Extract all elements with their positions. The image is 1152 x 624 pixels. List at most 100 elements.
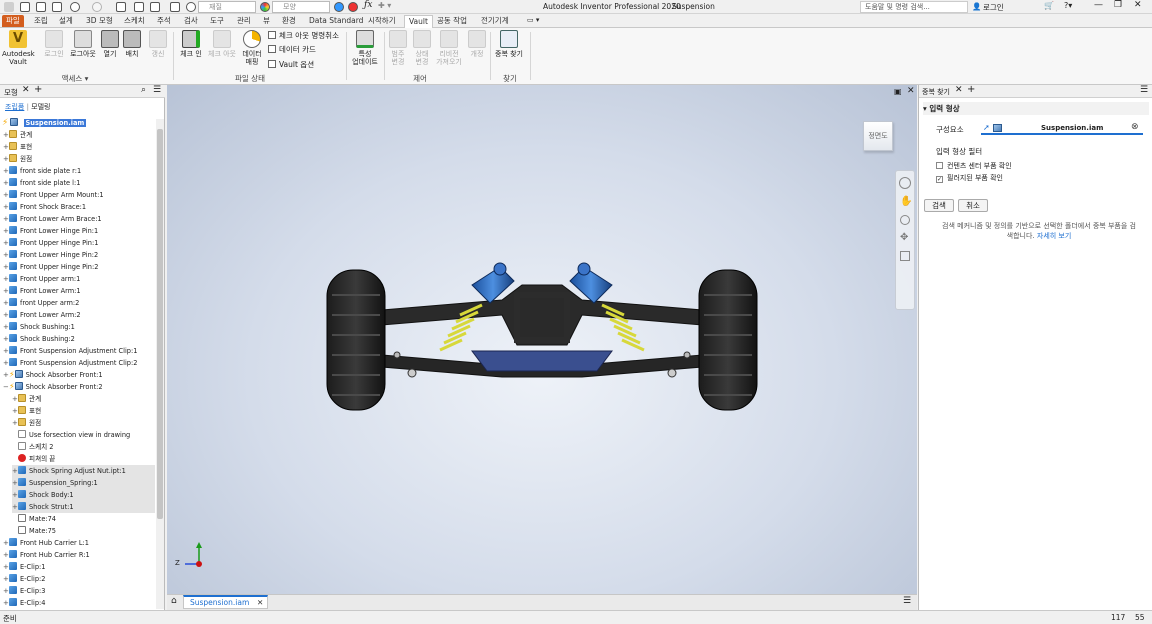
save-icon[interactable]	[52, 2, 62, 12]
component-field[interactable]: ➚ Suspension.iam ⊗	[981, 122, 1143, 135]
tree-item[interactable]: + Shock Bushing:1	[3, 321, 75, 333]
tab-assemble[interactable]: 조립	[30, 15, 52, 27]
checkin-button[interactable]: 체크 인	[177, 30, 205, 58]
tab-electromechanical[interactable]: 전기기계	[477, 15, 513, 27]
home-icon[interactable]	[116, 2, 126, 12]
doc-tab-suspension[interactable]: Suspension.iam ✕	[183, 595, 269, 609]
scrollbar-thumb[interactable]	[157, 129, 163, 519]
adjust-icon[interactable]	[334, 2, 344, 12]
tab-inspect[interactable]: 검사	[180, 15, 202, 27]
tree-root[interactable]: ⚡ Suspension.iam	[2, 117, 87, 129]
refresh-button[interactable]: 갱신	[148, 30, 168, 58]
open-icon[interactable]	[36, 2, 46, 12]
tree-item[interactable]: 스케치 2	[12, 441, 54, 453]
tree-item[interactable]: + E-Clip:4	[3, 597, 45, 609]
update-properties-button[interactable]: 특성 업데이트	[349, 30, 381, 66]
login-link[interactable]: 로그인	[983, 2, 1004, 13]
tree-item[interactable]: + Shock Bushing:2	[3, 333, 75, 345]
select-icon[interactable]	[150, 2, 160, 12]
tree-item[interactable]: + Front Suspension Adjustment Clip:2	[3, 357, 137, 369]
data-mapping-button[interactable]: 데이터 매핑	[240, 30, 264, 66]
tab-data-standard[interactable]: Data Standard	[305, 15, 367, 27]
panel-toggle-icon[interactable]: ▭ ▾	[527, 16, 539, 24]
tree-item[interactable]: + E-Clip:3	[3, 585, 45, 597]
tab-file[interactable]: 파일	[2, 15, 24, 27]
tree-item[interactable]: + 관계	[3, 129, 32, 141]
tree-item[interactable]: + Suspension_Spring:1	[12, 477, 155, 489]
suspension-model[interactable]	[322, 255, 762, 415]
add-tab-icon[interactable]: +	[34, 84, 42, 95]
close-icon[interactable]: ✕	[1134, 0, 1142, 10]
look-at-icon[interactable]	[900, 251, 910, 261]
tree-item[interactable]: + Shock Strut:1	[12, 501, 155, 513]
tab-sketch[interactable]: 스케치	[120, 15, 149, 27]
tree-item[interactable]: + Front Shock Brace:1	[3, 201, 86, 213]
search-button[interactable]: 검색	[924, 199, 954, 212]
material-combo[interactable]: 재질	[198, 1, 256, 13]
tree-scrollbar[interactable]	[156, 119, 164, 609]
tree-item[interactable]: + Front Suspension Adjustment Clip:1	[3, 345, 137, 357]
plus-icon[interactable]: ✚ ▾	[378, 1, 391, 10]
tab-model[interactable]: 모형	[4, 87, 18, 98]
tree-item[interactable]: Mate:75	[12, 525, 56, 537]
tree-item[interactable]: + 표현	[12, 405, 41, 417]
redo-icon[interactable]	[92, 2, 102, 12]
tree-item[interactable]: + Shock Body:1	[12, 489, 155, 501]
tab-vault[interactable]: Vault	[404, 15, 433, 28]
close-icon[interactable]: ✕	[257, 597, 263, 608]
viewcube[interactable]: 정면도	[863, 121, 893, 151]
checkout-button[interactable]: 체크 아웃	[206, 30, 238, 58]
tree-item[interactable]: + 원점	[3, 153, 32, 165]
search-icon[interactable]: ⌕	[141, 85, 146, 95]
tab-view[interactable]: 뷰	[259, 15, 274, 27]
tab-annotate[interactable]: 주석	[153, 15, 175, 27]
subtab-modeling[interactable]: 모델링	[31, 103, 50, 111]
tree-item[interactable]: −⚡ Shock Absorber Front:2	[3, 381, 103, 393]
place-button[interactable]: 배치	[122, 30, 142, 58]
split-view-icon[interactable]: ▣	[894, 87, 902, 96]
tree-item[interactable]: + Front Lower Arm Brace:1	[3, 213, 102, 225]
maximize-icon[interactable]: ❐	[1114, 0, 1122, 10]
tree-item[interactable]: + E-Clip:2	[3, 573, 45, 585]
get-revision-button[interactable]: 리비전 가져오기	[434, 30, 464, 66]
tree-item[interactable]: Use forsection view in drawing	[12, 429, 130, 441]
close-icon[interactable]: ✕	[22, 85, 30, 95]
appearance-combo[interactable]: 모양	[272, 1, 330, 13]
tree-item[interactable]: + Front Lower Hinge Pin:2	[3, 249, 98, 261]
tree-item[interactable]: + Front Lower Arm:2	[3, 309, 81, 321]
tree-item[interactable]: + Front Lower Hinge Pin:1	[3, 225, 98, 237]
steering-wheel-icon[interactable]	[899, 177, 911, 189]
tab-get-started[interactable]: 시작하기	[364, 15, 400, 27]
tab-tools[interactable]: 도구	[206, 15, 228, 27]
menu-icon[interactable]: ☰	[903, 596, 911, 606]
tree-item[interactable]: + 관계	[12, 393, 41, 405]
panel-tab[interactable]: 중복 찾기	[922, 87, 950, 97]
tree-item[interactable]: + Front Hub Carrier L:1	[3, 537, 89, 549]
tab-design[interactable]: 설계	[55, 15, 77, 27]
home-icon[interactable]: ⌂	[171, 596, 177, 606]
tree-item[interactable]: + front side plate r:1	[3, 165, 81, 177]
vault-button[interactable]: V Autodesk Vault	[2, 30, 35, 66]
close-icon[interactable]: ✕	[955, 85, 963, 95]
undo-checkout-button[interactable]: 체크 아웃 명령취소	[268, 30, 339, 42]
tree-item[interactable]: + E-Clip:1	[3, 561, 45, 573]
filter-content-center-checkbox[interactable]: 컨텐츠 센터 부품 확인	[936, 161, 1012, 171]
login-button[interactable]: 로그인	[42, 30, 66, 58]
app-menu-icon[interactable]	[4, 2, 14, 12]
change-state-button[interactable]: 상태 변경	[411, 30, 433, 66]
tree-item[interactable]: + Front Hub Carrier R:1	[3, 549, 90, 561]
tree-item[interactable]: +⚡ Shock Absorber Front:1	[3, 369, 103, 381]
menu-icon[interactable]: ☰	[153, 85, 161, 95]
tab-3d-model[interactable]: 3D 모형	[82, 15, 117, 27]
tree-item[interactable]: + 표현	[3, 141, 32, 153]
cart-icon[interactable]: 🛒	[1044, 1, 1054, 10]
revise-button[interactable]: 개정	[466, 30, 488, 58]
input-geometry-section[interactable]: ▾ 입력 형상	[923, 102, 1149, 115]
tree-item[interactable]: + Front Upper Hinge Pin:1	[3, 237, 98, 249]
help-icon[interactable]: ?▾	[1064, 1, 1072, 10]
clear-icon[interactable]: ⊗	[1131, 122, 1139, 132]
tree-item[interactable]: Mate:74	[12, 513, 56, 525]
fx-icon[interactable]: ƒx	[364, 0, 372, 10]
tree-item[interactable]: + Front Upper arm:1	[3, 273, 80, 285]
update-icon[interactable]	[134, 2, 144, 12]
